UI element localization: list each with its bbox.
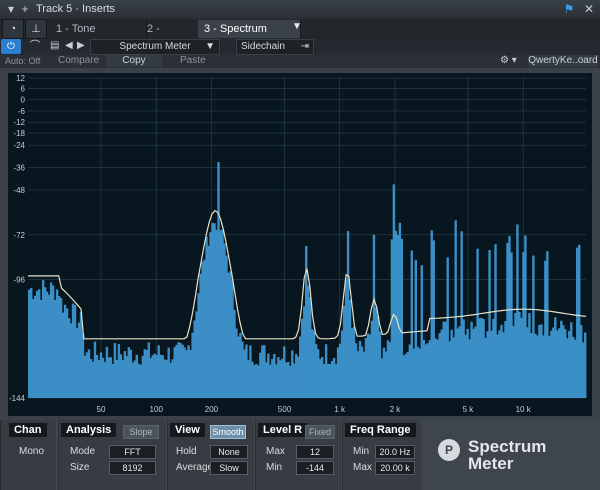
y-tick-label: -48 <box>13 186 25 195</box>
window-title: Track 5 · Inserts <box>36 3 116 15</box>
title-bar: ▾ + Track 5 · Inserts ⚑ ✕ <box>0 0 600 20</box>
view-section: View Smooth Hold None Average Slow <box>167 420 254 490</box>
plugin-logo: P Spectrum Meter <box>438 433 588 481</box>
paste-button[interactable]: Paste <box>180 55 206 67</box>
plugin-tab-row: ◔ ⊥ 1 - Tone Generator 2 - Ampire 3 - Sp… <box>0 19 600 53</box>
hold-value[interactable]: None <box>210 445 248 459</box>
next-preset-icon[interactable]: ▶ <box>77 40 85 51</box>
y-tick-label: -72 <box>13 231 25 240</box>
auto-status: Auto: Off <box>5 56 41 66</box>
logo-line-2: Meter <box>468 454 514 473</box>
hold-label: Hold <box>176 446 197 457</box>
level-min-value[interactable]: -144 <box>296 461 334 475</box>
x-tick-label: 500 <box>278 405 292 414</box>
spectrum-bar <box>584 332 587 398</box>
chan-title: Chan <box>9 423 47 437</box>
x-tick-label: 5 k <box>463 405 475 414</box>
sidechain-button[interactable]: Sidechain ⇥ <box>236 39 314 55</box>
fixed-toggle[interactable]: Fixed <box>305 425 335 439</box>
mode-label: Mode <box>70 446 96 457</box>
plus-icon[interactable]: + <box>18 2 32 16</box>
chevron-down-icon[interactable]: ▼ <box>292 21 302 32</box>
y-tick-label: -24 <box>13 141 25 150</box>
freq-range-section: Freq Range Min 20.0 Hz Max 20.00 k <box>342 420 421 490</box>
power-icon[interactable]: ⏻ <box>1 39 21 54</box>
meter-icon[interactable]: ◔ <box>2 19 24 39</box>
mode-value[interactable]: FFT <box>109 445 156 459</box>
preset-dropdown[interactable]: Spectrum Meter ▼ <box>90 39 220 55</box>
view-title: View <box>170 423 205 437</box>
y-tick-label: -144 <box>9 394 26 403</box>
freq-min-value[interactable]: 20.0 Hz <box>375 445 415 459</box>
spectrum-chart: 12 60 -6 -12 -18 -24 -36 -48 -72 -96 -144 50 100 200… <box>8 73 592 416</box>
x-tick-label: 10 k <box>516 405 532 414</box>
y-tick-label: -96 <box>13 276 25 285</box>
presonus-logo-icon: P <box>438 439 460 461</box>
chevron-down-icon: ▼ <box>205 41 215 52</box>
y-tick-label: -6 <box>18 107 26 116</box>
x-tick-label: 200 <box>205 405 219 414</box>
y-tick-label: -12 <box>13 118 25 127</box>
freq-min-label: Min <box>353 446 370 457</box>
slope-toggle[interactable]: Slope <box>123 425 159 439</box>
smooth-toggle[interactable]: Smooth <box>210 425 246 439</box>
tab-spectrum-meter[interactable]: 3 - Spectrum Meter <box>198 20 301 53</box>
analysis-title: Analysis <box>61 423 117 437</box>
sidechain-icon: ⇥ <box>300 41 309 52</box>
level-max-label: Max <box>266 446 285 457</box>
level-section: Level R Fixed Max 12 Min -144 <box>255 420 341 490</box>
y-tick-label: 0 <box>21 95 26 104</box>
average-value[interactable]: Slow <box>210 461 248 475</box>
freq-range-title: Freq Range <box>345 423 416 437</box>
compare-button[interactable]: Compare <box>58 55 99 67</box>
automation-icon[interactable]: ⌒ <box>25 39 45 54</box>
preset-name: Spectrum Meter <box>119 41 191 52</box>
close-icon[interactable]: ✕ <box>582 2 596 16</box>
control-panel: Chan Mono Analysis Slope Mode FFT Size 8… <box>0 420 600 490</box>
freq-max-value[interactable]: 20.00 k <box>375 461 415 475</box>
preset-list-icon[interactable]: ▤ <box>50 40 59 51</box>
analysis-section: Analysis Slope Mode FFT Size 8192 <box>58 420 166 490</box>
gear-icon[interactable]: ⚙ ▾ <box>500 55 517 67</box>
x-tick-label: 2 k <box>390 405 402 414</box>
toolbar-secondary: Auto: Off Compare Copy Paste ⚙ ▾ QwertyK… <box>0 55 600 68</box>
freq-max-label: Max <box>353 462 372 473</box>
prev-preset-icon[interactable]: ◀ <box>65 40 73 51</box>
x-tick-label: 100 <box>150 405 164 414</box>
tab-ampire[interactable]: 2 - Ampire <box>141 20 204 53</box>
x-tick-label: 1 k <box>334 405 346 414</box>
copy-button[interactable]: Copy <box>106 55 162 67</box>
average-label: Average <box>176 462 214 473</box>
x-tick-label: 50 <box>97 405 106 414</box>
logo-line-1: Spectrum <box>468 437 547 456</box>
chan-mode[interactable]: Mono <box>19 446 44 457</box>
toolbar: ⏻ ⌒ ▤ ◀ ▶ Spectrum Meter ▼ Sidechain ⇥ <box>0 39 600 55</box>
pin-icon[interactable]: ⚑ <box>562 2 576 16</box>
y-tick-label: -36 <box>13 164 25 173</box>
level-max-value[interactable]: 12 <box>296 445 334 459</box>
y-tick-label: -18 <box>13 129 25 138</box>
chan-section: Chan Mono <box>0 420 56 490</box>
y-tick-label: 12 <box>16 74 25 83</box>
routing-icon[interactable]: ⊥ <box>25 19 47 39</box>
sidechain-label: Sidechain <box>241 41 285 52</box>
menu-chevron-icon[interactable]: ▾ <box>4 2 18 16</box>
y-tick-label: 6 <box>21 85 26 94</box>
size-value[interactable]: 8192 <box>109 461 156 475</box>
level-min-label: Min <box>266 462 283 473</box>
size-label: Size <box>70 462 90 473</box>
device-selector[interactable]: QwertyKe..oard <box>528 55 598 67</box>
tab-tone-generator[interactable]: 1 - Tone Generator <box>50 20 147 53</box>
level-title: Level R <box>258 423 308 437</box>
